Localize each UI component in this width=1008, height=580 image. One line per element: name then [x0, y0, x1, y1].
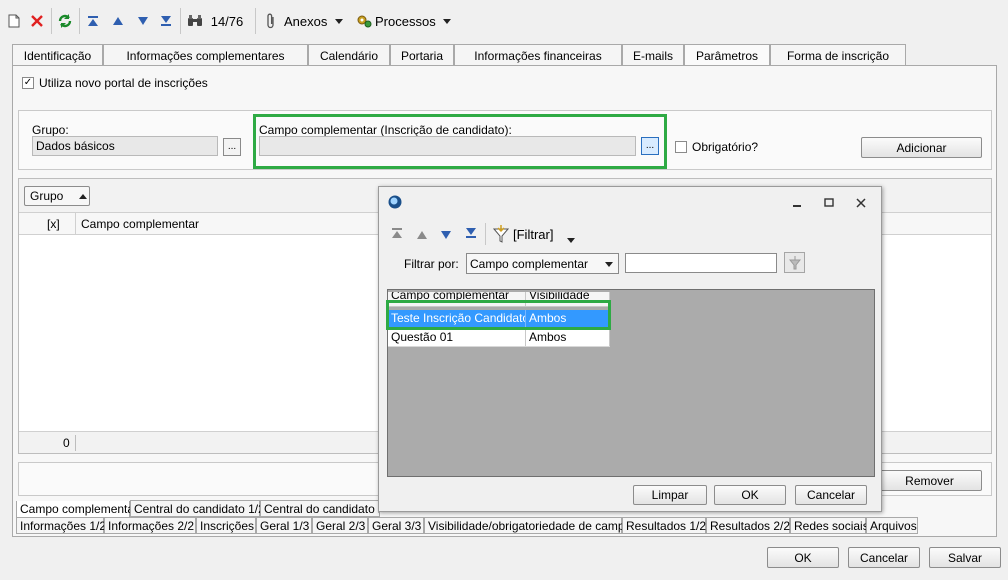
tab-informacoes-complementares[interactable]: Informações complementares: [103, 44, 308, 66]
binoculars-icon[interactable]: [186, 10, 204, 32]
tab-parametros[interactable]: Parâmetros: [684, 44, 770, 67]
bottom-tab-geral-3[interactable]: Geral 3/3: [368, 517, 424, 534]
grupo-label: Grupo:: [32, 123, 69, 137]
tab-calendario[interactable]: Calendário: [308, 44, 390, 66]
grid-col-select[interactable]: [x]: [47, 217, 60, 231]
maximize-icon[interactable]: [823, 197, 835, 212]
bottom-tab-arquivos[interactable]: Arquivos: [866, 517, 918, 534]
results-cell-campo: Questão 01: [388, 329, 526, 346]
last-record-icon[interactable]: [158, 10, 174, 32]
sort-asc-icon: [79, 193, 88, 199]
filtrar-por-value: Campo complementar: [470, 257, 589, 271]
app-logo-icon: [388, 195, 402, 212]
bottom-tab-visibilidade[interactable]: Visibilidade/obrigatoriedade de campos: [424, 517, 637, 534]
dialog-last-icon[interactable]: [465, 227, 477, 242]
filter-search-input[interactable]: [625, 253, 777, 273]
paperclip-icon: [263, 10, 279, 32]
tab-emails[interactable]: E-mails: [622, 44, 684, 66]
anexos-button[interactable]: Anexos: [284, 10, 328, 32]
remover-button[interactable]: Remover: [877, 470, 982, 491]
bottom-tab-central-1[interactable]: Central do candidato 1/2: [130, 500, 265, 517]
portal-checkbox-label: Utiliza novo portal de inscrições: [39, 76, 208, 90]
processos-gear-icon: [355, 10, 373, 32]
bottom-tab-informacoes-2[interactable]: Informações 2/2: [104, 517, 196, 534]
bottom-tab-geral-1[interactable]: Geral 1/3: [256, 517, 312, 534]
obrigatorio-checkbox[interactable]: [675, 141, 687, 153]
dialog-ok-button[interactable]: OK: [714, 485, 786, 505]
bottom-tab-campo-complementar[interactable]: Campo complementar: [16, 501, 138, 518]
filtrar-dropdown-icon[interactable]: [567, 232, 575, 246]
apply-filter-button[interactable]: [784, 252, 805, 273]
obrigatorio-label: Obrigatório?: [692, 140, 759, 154]
grid-footer-count: 0: [63, 436, 70, 450]
adicionar-button[interactable]: Adicionar: [861, 137, 982, 158]
first-record-icon[interactable]: [85, 10, 101, 32]
bottom-tab-resultados-1[interactable]: Resultados 1/2: [622, 517, 706, 534]
processos-button[interactable]: Processos: [375, 10, 437, 32]
new-record-icon[interactable]: [6, 10, 22, 32]
tab-portaria[interactable]: Portaria: [390, 44, 454, 66]
dialog-first-icon[interactable]: [391, 227, 403, 242]
record-counter: 14/76: [210, 13, 244, 29]
bottom-tab-informacoes-1[interactable]: Informações 1/2: [16, 517, 106, 534]
apply-filter-icon: [788, 255, 801, 269]
chevron-down-icon: [605, 262, 613, 267]
highlight-selected-row: [386, 300, 611, 330]
portal-checkbox[interactable]: ✓: [22, 77, 34, 89]
bottom-tab-central-2[interactable]: Central do candidato 2/: [260, 500, 380, 517]
processos-dropdown-icon[interactable]: [441, 10, 453, 32]
previous-record-icon[interactable]: [110, 10, 126, 32]
dialog-next-icon[interactable]: [440, 229, 452, 243]
ok-button[interactable]: OK: [767, 547, 839, 568]
dialog-titlebar: [379, 187, 881, 217]
filtrar-button[interactable]: [Filtrar]: [513, 227, 553, 242]
grid-col-campo[interactable]: Campo complementar: [81, 217, 199, 231]
minimize-icon[interactable]: [791, 197, 803, 212]
next-record-icon[interactable]: [135, 10, 151, 32]
grupo-lookup-button[interactable]: ...: [223, 138, 241, 156]
tab-informacoes-financeiras[interactable]: Informações financeiras: [454, 44, 622, 66]
lookup-dialog: [Filtrar] Filtrar por: Campo complementa…: [378, 186, 882, 512]
tab-identificacao[interactable]: Identificação: [12, 44, 103, 66]
highlight-campo-complementar: [253, 114, 667, 169]
salvar-button[interactable]: Salvar: [929, 547, 1001, 568]
limpar-button[interactable]: Limpar: [633, 485, 707, 505]
bottom-tab-redes-sociais[interactable]: Redes sociais: [790, 517, 869, 534]
dialog-cancelar-button[interactable]: Cancelar: [795, 485, 867, 505]
filtrar-por-label: Filtrar por:: [404, 257, 459, 271]
cancelar-button[interactable]: Cancelar: [848, 547, 920, 568]
bottom-tab-geral-2[interactable]: Geral 2/3: [312, 517, 368, 534]
delete-icon[interactable]: [28, 10, 46, 32]
results-cell-visibilidade: Ambos: [526, 329, 610, 346]
anexos-dropdown-icon[interactable]: [333, 10, 345, 32]
dialog-previous-icon[interactable]: [416, 229, 428, 243]
main-toolbar: 14/76 Anexos Processos: [0, 0, 1008, 42]
results-row[interactable]: Questão 01 Ambos: [388, 329, 610, 347]
filtrar-por-select[interactable]: Campo complementar: [466, 253, 619, 274]
grupo-field[interactable]: Dados básicos: [32, 136, 218, 156]
grupo-column-group-button[interactable]: Grupo: [24, 186, 90, 206]
tab-forma-de-inscricao[interactable]: Forma de inscrição: [770, 44, 906, 66]
bottom-tab-resultados-2[interactable]: Resultados 2/2: [706, 517, 790, 534]
bottom-tab-inscricoes[interactable]: Inscrições: [196, 517, 256, 534]
close-icon[interactable]: [855, 197, 867, 212]
grupo-column-group-label: Grupo: [30, 189, 64, 203]
filter-funnel-icon: [492, 225, 510, 246]
refresh-icon[interactable]: [56, 10, 74, 32]
